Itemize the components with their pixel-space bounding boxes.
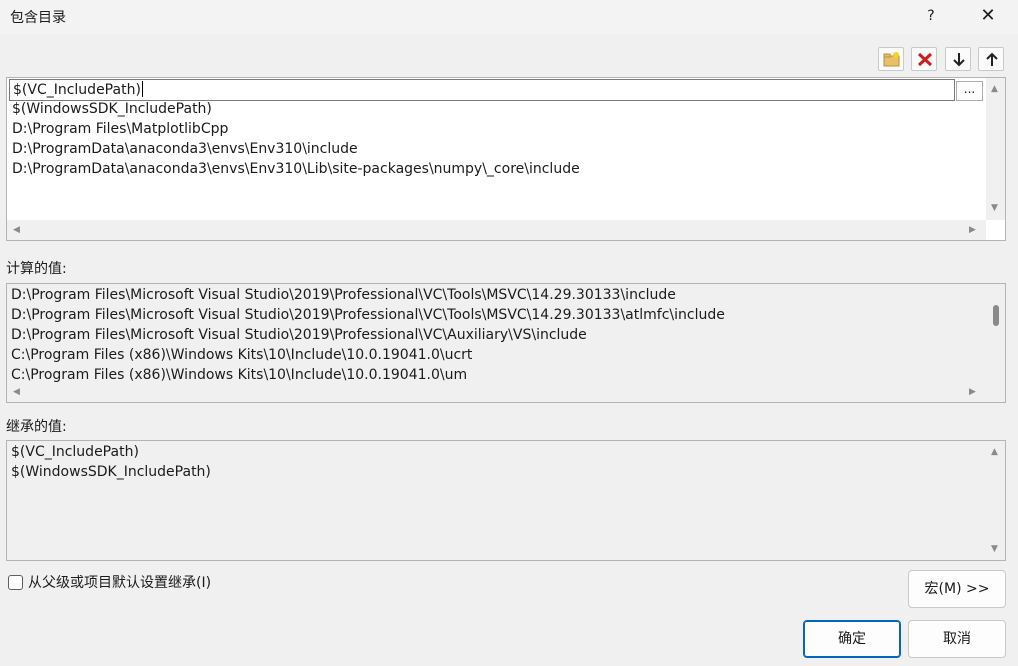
scroll-thumb[interactable]: [993, 305, 999, 326]
ok-button[interactable]: 确定: [803, 620, 901, 658]
evaluated-line: D:\Program Files\Microsoft Visual Studio…: [11, 287, 676, 303]
evaluated-line: C:\Program Files (x86)\Windows Kits\10\I…: [11, 347, 473, 363]
title-bar: 包含目录 ? ✕: [0, 0, 1018, 34]
evaluated-values-list: D:\Program Files\Microsoft Visual Studio…: [7, 284, 985, 382]
new-line-button[interactable]: [878, 47, 904, 71]
inherited-values-list: $(VC_IncludePath) $(WindowsSDK_IncludePa…: [7, 441, 985, 559]
cancel-button[interactable]: 取消: [908, 620, 1006, 658]
move-up-button[interactable]: [978, 47, 1004, 71]
inherit-checkbox-label[interactable]: 从父级或项目默认设置继承(I): [28, 574, 211, 592]
scroll-down-arrow-icon[interactable]: ▼: [991, 203, 998, 213]
inherited-line: $(VC_IncludePath): [11, 444, 139, 460]
editor-line[interactable]: D:\Program Files\MatplotlibCpp: [12, 119, 228, 139]
editor-line[interactable]: D:\ProgramData\anaconda3\envs\Env310\inc…: [12, 139, 358, 159]
folder-new-icon: [883, 52, 900, 67]
scroll-up-arrow-icon[interactable]: ▲: [991, 84, 998, 94]
first-line-value: $(VC_IncludePath): [13, 82, 141, 98]
editor-horizontal-scrollbar[interactable]: ◀ ▶: [7, 220, 986, 240]
help-button[interactable]: ?: [920, 4, 942, 28]
first-line-input[interactable]: $(VC_IncludePath): [9, 79, 955, 101]
close-button[interactable]: ✕: [975, 4, 1001, 28]
evaluated-line: C:\Program Files (x86)\Windows Kits\10\I…: [11, 367, 468, 382]
evaluated-label: 计算的值:: [6, 261, 67, 277]
arrow-down-icon: [953, 53, 965, 67]
editor-line[interactable]: D:\ProgramData\anaconda3\envs\Env310\Lib…: [12, 159, 580, 179]
inherited-label: 继承的值:: [6, 419, 67, 435]
scroll-left-arrow-icon[interactable]: ◀: [13, 387, 20, 397]
macros-button[interactable]: 宏(M) >>: [908, 570, 1006, 608]
evaluated-horizontal-scrollbar[interactable]: ◀ ▶: [7, 382, 986, 402]
arrow-up-icon: [986, 52, 998, 66]
window-title: 包含目录: [10, 10, 66, 26]
editor-vertical-scrollbar[interactable]: ▲ ▼: [986, 78, 1005, 220]
scroll-right-arrow-icon[interactable]: ▶: [969, 225, 976, 235]
evaluated-vertical-scrollbar[interactable]: [986, 284, 1005, 382]
scroll-up-arrow-icon[interactable]: ▲: [991, 447, 998, 457]
evaluated-line: D:\Program Files\Microsoft Visual Studio…: [11, 307, 725, 323]
evaluated-line: D:\Program Files\Microsoft Visual Studio…: [11, 327, 587, 343]
delete-x-icon: [917, 52, 933, 67]
editor-list[interactable]: $(VC_IncludePath) $(WindowsSDK_IncludePa…: [8, 78, 984, 220]
scroll-down-arrow-icon[interactable]: ▼: [991, 544, 998, 554]
editor-line[interactable]: $(WindowsSDK_IncludePath): [12, 99, 212, 119]
scroll-right-arrow-icon[interactable]: ▶: [969, 387, 976, 397]
scroll-left-arrow-icon[interactable]: ◀: [13, 225, 20, 235]
inherited-vertical-scrollbar[interactable]: ▲ ▼: [986, 441, 1005, 559]
inherited-line: $(WindowsSDK_IncludePath): [11, 464, 211, 480]
delete-line-button[interactable]: [911, 47, 937, 71]
text-caret: [141, 81, 143, 97]
browse-button[interactable]: ...: [956, 81, 983, 101]
move-down-button[interactable]: [945, 47, 971, 71]
inherit-checkbox[interactable]: [8, 575, 23, 590]
